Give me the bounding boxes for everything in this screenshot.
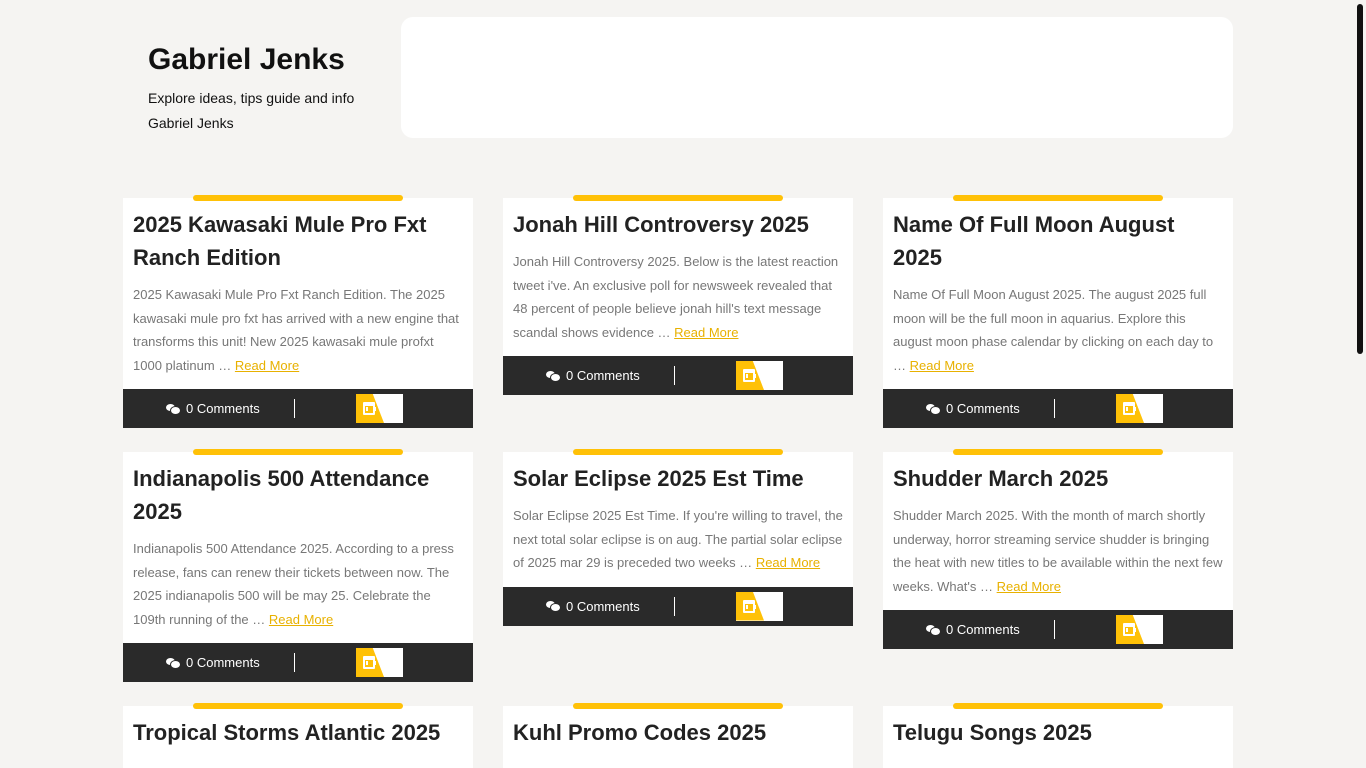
card-accent-bar (193, 449, 403, 455)
comments-icon (546, 370, 560, 382)
comments-link[interactable]: 0 Comments (546, 356, 640, 395)
site-description: Explore ideas, tips guide and info Gabri… (148, 90, 355, 131)
read-more-link[interactable]: Read More (269, 612, 333, 627)
meta-divider (1054, 399, 1055, 418)
post-title[interactable]: Indianapolis 500 Attendance 2025 (133, 462, 463, 528)
read-more-link[interactable]: Read More (910, 358, 974, 373)
comments-icon (926, 624, 940, 636)
post-card: Telugu Songs 2025 (883, 703, 1233, 768)
calendar-icon (743, 599, 756, 613)
post-meta-bar: 0 Comments (123, 389, 473, 428)
post-excerpt: Indianapolis 500 Attendance 2025. Accord… (133, 541, 454, 627)
card-accent-bar (953, 703, 1163, 709)
site-header: Gabriel Jenks Explore ideas, tips guide … (0, 0, 1354, 170)
post-card: Jonah Hill Controversy 2025 Jonah Hill C… (503, 195, 853, 395)
date-badge (1116, 394, 1163, 423)
post-card: 2025 Kawasaki Mule Pro Fxt Ranch Edition… (123, 195, 473, 428)
meta-divider (294, 399, 295, 418)
comments-link[interactable]: 0 Comments (926, 610, 1020, 649)
card-accent-bar (573, 449, 783, 455)
comments-icon (166, 657, 180, 669)
comments-icon (166, 403, 180, 415)
post-card: Tropical Storms Atlantic 2025 (123, 703, 473, 768)
card-accent-bar (953, 195, 1163, 201)
post-title[interactable]: Shudder March 2025 (893, 462, 1223, 495)
post-title[interactable]: 2025 Kawasaki Mule Pro Fxt Ranch Edition (133, 208, 463, 274)
post-title[interactable]: Telugu Songs 2025 (893, 716, 1223, 749)
post-card: Shudder March 2025 Shudder March 2025. W… (883, 449, 1233, 649)
card-accent-bar (573, 703, 783, 709)
post-card: Indianapolis 500 Attendance 2025 Indiana… (123, 449, 473, 682)
page-scrollbar[interactable] (1354, 0, 1366, 768)
site-branding: Gabriel Jenks Explore ideas, tips guide … (148, 42, 388, 136)
comments-link[interactable]: 0 Comments (926, 389, 1020, 428)
post-card: Kuhl Promo Codes 2025 (503, 703, 853, 768)
meta-divider (674, 366, 675, 385)
comments-icon (546, 600, 560, 612)
read-more-link[interactable]: Read More (235, 358, 299, 373)
read-more-link[interactable]: Read More (756, 555, 820, 570)
header-ad-area (401, 17, 1233, 138)
comments-link[interactable]: 0 Comments (546, 587, 640, 626)
post-title[interactable]: Kuhl Promo Codes 2025 (513, 716, 843, 749)
meta-divider (674, 596, 675, 616)
post-meta-bar: 0 Comments (503, 586, 853, 626)
post-meta-bar: 0 Comments (883, 610, 1233, 649)
read-more-link[interactable]: Read More (997, 579, 1061, 594)
site-title[interactable]: Gabriel Jenks (148, 42, 388, 78)
post-title[interactable]: Name Of Full Moon August 2025 (893, 208, 1223, 274)
date-badge (736, 591, 783, 621)
post-excerpt: Name Of Full Moon August 2025. The augus… (893, 287, 1214, 373)
post-card: Name Of Full Moon August 2025 Name Of Fu… (883, 195, 1233, 428)
post-meta-bar: 0 Comments (123, 643, 473, 682)
card-accent-bar (193, 703, 403, 709)
scrollbar-thumb[interactable] (1357, 4, 1363, 354)
meta-divider (1054, 620, 1055, 639)
comments-icon (926, 403, 940, 415)
date-badge (736, 361, 783, 390)
card-accent-bar (573, 195, 783, 201)
card-accent-bar (953, 449, 1163, 455)
calendar-icon (1123, 623, 1136, 636)
post-excerpt: Jonah Hill Controversy 2025. Below is th… (513, 254, 839, 340)
date-badge (356, 648, 403, 677)
read-more-link[interactable]: Read More (674, 325, 738, 340)
calendar-icon (363, 402, 376, 415)
post-title[interactable]: Solar Eclipse 2025 Est Time (513, 462, 843, 495)
post-meta-bar: 0 Comments (883, 389, 1233, 428)
post-card: Solar Eclipse 2025 Est Time Solar Eclips… (503, 449, 853, 626)
date-badge (356, 394, 403, 423)
comments-link[interactable]: 0 Comments (166, 389, 260, 428)
post-meta-bar: 0 Comments (503, 356, 853, 395)
calendar-icon (1123, 402, 1136, 415)
calendar-icon (743, 369, 756, 382)
post-excerpt: Solar Eclipse 2025 Est Time. If you're w… (513, 508, 843, 570)
calendar-icon (363, 656, 376, 669)
post-excerpt: Shudder March 2025. With the month of ma… (893, 508, 1223, 594)
post-title[interactable]: Jonah Hill Controversy 2025 (513, 208, 843, 241)
meta-divider (294, 653, 295, 672)
card-accent-bar (193, 195, 403, 201)
date-badge (1116, 615, 1163, 644)
post-excerpt: 2025 Kawasaki Mule Pro Fxt Ranch Edition… (133, 287, 459, 373)
comments-link[interactable]: 0 Comments (166, 643, 260, 682)
post-title[interactable]: Tropical Storms Atlantic 2025 (133, 716, 463, 749)
